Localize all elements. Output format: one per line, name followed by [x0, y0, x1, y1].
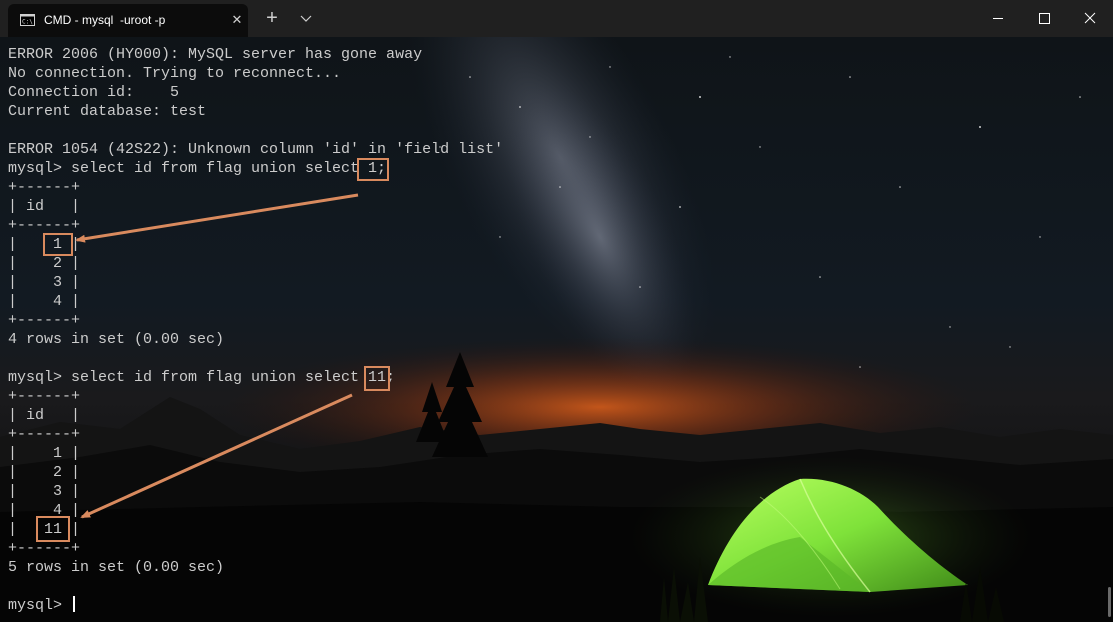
tab-title: CMD - mysql -uroot -p [44, 13, 166, 27]
scrollbar[interactable] [1108, 587, 1111, 617]
highlight-box [364, 366, 390, 391]
minimize-icon[interactable] [975, 0, 1021, 37]
tab-close-icon[interactable]: ✕ [230, 13, 244, 27]
close-window-icon[interactable] [1067, 0, 1113, 37]
highlight-box [357, 158, 389, 181]
maximize-icon[interactable] [1021, 0, 1067, 37]
tab-cmd[interactable]: C:\ CMD - mysql -uroot -p ✕ [8, 4, 248, 37]
terminal-pane[interactable]: ERROR 2006 (HY000): MySQL server has gon… [0, 37, 1113, 622]
command-prompt-icon: C:\ [20, 14, 35, 26]
svg-text:C:\: C:\ [22, 19, 33, 26]
annotation-arrow [75, 193, 359, 243]
terminal-window: C:\ CMD - mysql -uroot -p ✕ + ERROR 2006… [0, 0, 1113, 622]
chevron-down-icon[interactable] [296, 9, 316, 29]
new-tab-icon[interactable]: + [262, 8, 282, 28]
highlight-box [43, 233, 73, 256]
highlight-box [36, 516, 70, 542]
annotation-overlay [36, 158, 390, 542]
annotation-arrow [80, 393, 353, 519]
title-bar[interactable]: C:\ CMD - mysql -uroot -p ✕ + [0, 0, 1113, 37]
